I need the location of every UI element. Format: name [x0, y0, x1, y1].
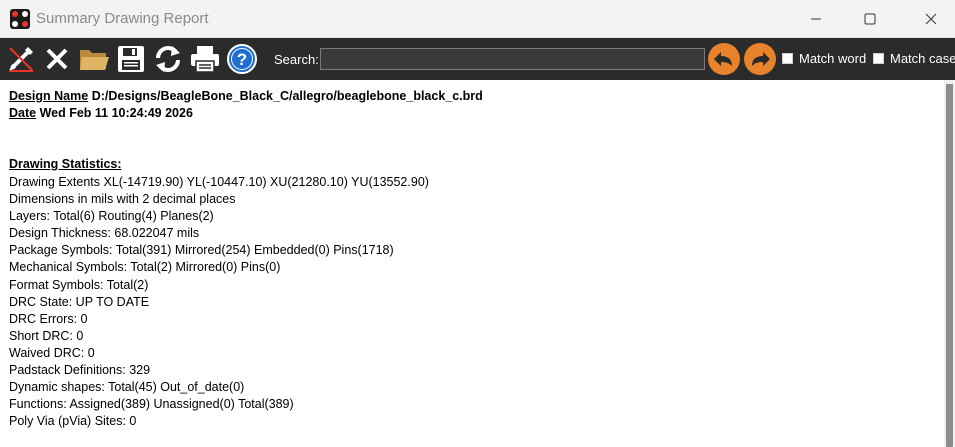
print-icon: [191, 46, 219, 73]
statistics-list: Drawing Extents XL(-14719.90) YL(-10447.…: [9, 174, 429, 430]
list-item: Design Thickness: 68.022047 mils: [9, 226, 200, 241]
help-icon: ?: [227, 44, 257, 74]
drawing-statistics-heading: Drawing Statistics:: [9, 157, 122, 171]
svg-text:?: ?: [237, 50, 247, 69]
list-item: DRC State: UP TO DATE: [9, 294, 150, 309]
edit-button[interactable]: [4, 42, 38, 76]
list-item: DRC Errors: 0: [9, 311, 88, 326]
match-case-checkbox[interactable]: [873, 53, 884, 64]
search-previous-button[interactable]: [708, 43, 740, 75]
search-input[interactable]: [320, 48, 705, 70]
list-item: Layers: Total(6) Routing(4) Planes(2): [9, 209, 214, 224]
date-row: Date Wed Feb 11 10:24:49 2026: [9, 106, 193, 120]
list-item: Poly Via (pVia) Sites: 0: [9, 414, 137, 429]
open-button[interactable]: [77, 42, 111, 76]
list-item: Short DRC: 0: [9, 328, 84, 343]
list-item: Functions: Assigned(389) Unassigned(0) T…: [9, 397, 294, 412]
edit-pencil-icon: [9, 47, 33, 72]
design-name-label: Design Name: [9, 89, 89, 103]
refresh-icon: [156, 46, 180, 72]
design-name-row: Design Name D:/Designs/BeagleBone_Black_…: [9, 89, 483, 103]
window-title: Summary Drawing Report: [36, 10, 209, 27]
close-window-button[interactable]: [908, 0, 954, 38]
save-disk-icon: [118, 46, 144, 72]
search-label: Search:: [274, 52, 319, 67]
maximize-button[interactable]: [847, 0, 893, 38]
search-previous-icon: [714, 52, 732, 66]
close-x-icon: [46, 48, 68, 70]
minimize-icon: [811, 18, 821, 20]
list-item: Waived DRC: 0: [9, 345, 95, 360]
toolbar: ? Search: Match word Match case: [0, 38, 955, 80]
print-button[interactable]: [188, 42, 222, 76]
title-bar: Summary Drawing Report: [0, 0, 955, 38]
maximize-icon: [864, 13, 876, 25]
minimize-button[interactable]: [793, 0, 839, 38]
date-label: Date: [9, 106, 37, 120]
list-item: Mechanical Symbols: Total(2) Mirrored(0)…: [9, 260, 281, 275]
search-next-icon: [752, 52, 770, 66]
vertical-scrollbar[interactable]: [944, 80, 955, 447]
list-item: Package Symbols: Total(391) Mirrored(254…: [9, 243, 394, 258]
help-button[interactable]: ?: [225, 42, 259, 76]
refresh-button[interactable]: [151, 42, 185, 76]
list-item: Drawing Extents XL(-14719.90) YL(-10447.…: [9, 175, 429, 189]
save-button[interactable]: [114, 42, 148, 76]
date-value: Wed Feb 11 10:24:49 2026: [39, 106, 193, 120]
search-next-button[interactable]: [744, 43, 776, 75]
match-word-checkbox[interactable]: [782, 53, 793, 64]
list-item: Format Symbols: Total(2): [9, 277, 149, 292]
app-logo-icon: [10, 9, 30, 29]
close-report-button[interactable]: [40, 42, 74, 76]
match-word-label: Match word: [799, 51, 867, 66]
list-item: Dimensions in mils with 2 decimal places: [9, 192, 236, 207]
match-case-label: Match case: [890, 51, 955, 66]
list-item: Dynamic shapes: Total(45) Out_of_date(0): [9, 380, 245, 395]
open-folder-icon: [80, 50, 109, 70]
list-item: Padstack Definitions: 329: [9, 363, 151, 378]
scrollbar-thumb[interactable]: [946, 84, 953, 447]
close-icon: [925, 13, 937, 25]
report-content: Design Name D:/Designs/BeagleBone_Black_…: [0, 80, 944, 447]
design-name-value: D:/Designs/BeagleBone_Black_C/allegro/be…: [91, 89, 483, 103]
